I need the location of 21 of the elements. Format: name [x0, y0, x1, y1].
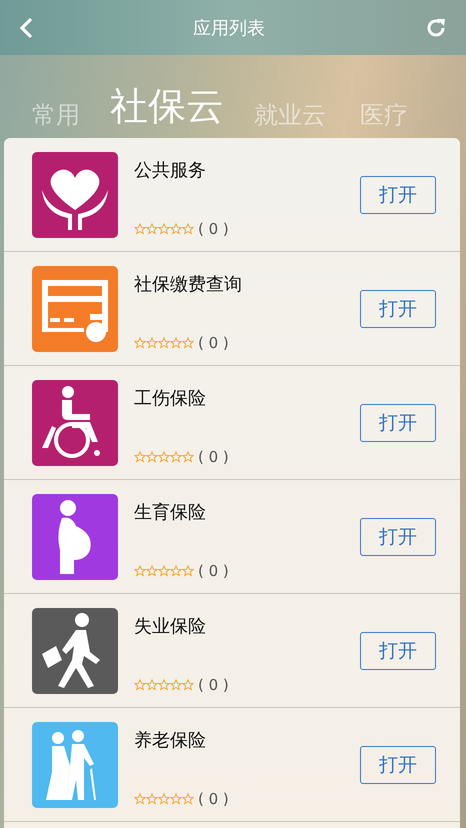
rating-count: ( 0 )	[198, 220, 229, 238]
rating-count: ( 0 )	[198, 334, 229, 352]
app-name: 公共服务	[134, 158, 207, 182]
back-icon[interactable]	[18, 16, 34, 38]
rating-count: ( 0 )	[198, 676, 229, 694]
rating-count: ( 0 )	[198, 790, 229, 808]
open-button[interactable]: 打开	[360, 176, 436, 214]
open-button[interactable]: 打开	[360, 290, 436, 328]
open-button[interactable]: 打开	[360, 518, 436, 556]
category-tab[interactable]: 社保云	[110, 84, 224, 130]
page-title: 应用列表	[193, 16, 265, 40]
open-button[interactable]: 打开	[360, 632, 436, 670]
rating-count: ( 0 )	[198, 448, 229, 466]
open-button[interactable]: 打开	[360, 404, 436, 442]
app-name: 生育保险	[134, 500, 207, 524]
app-name: 养老保险	[134, 728, 207, 752]
app-name: 社保缴费查询	[134, 272, 243, 296]
app-name: 工伤保险	[134, 386, 207, 410]
app-name: 失业保险	[134, 614, 207, 638]
open-button[interactable]: 打开	[360, 746, 436, 784]
rating-count: ( 0 )	[198, 562, 229, 580]
